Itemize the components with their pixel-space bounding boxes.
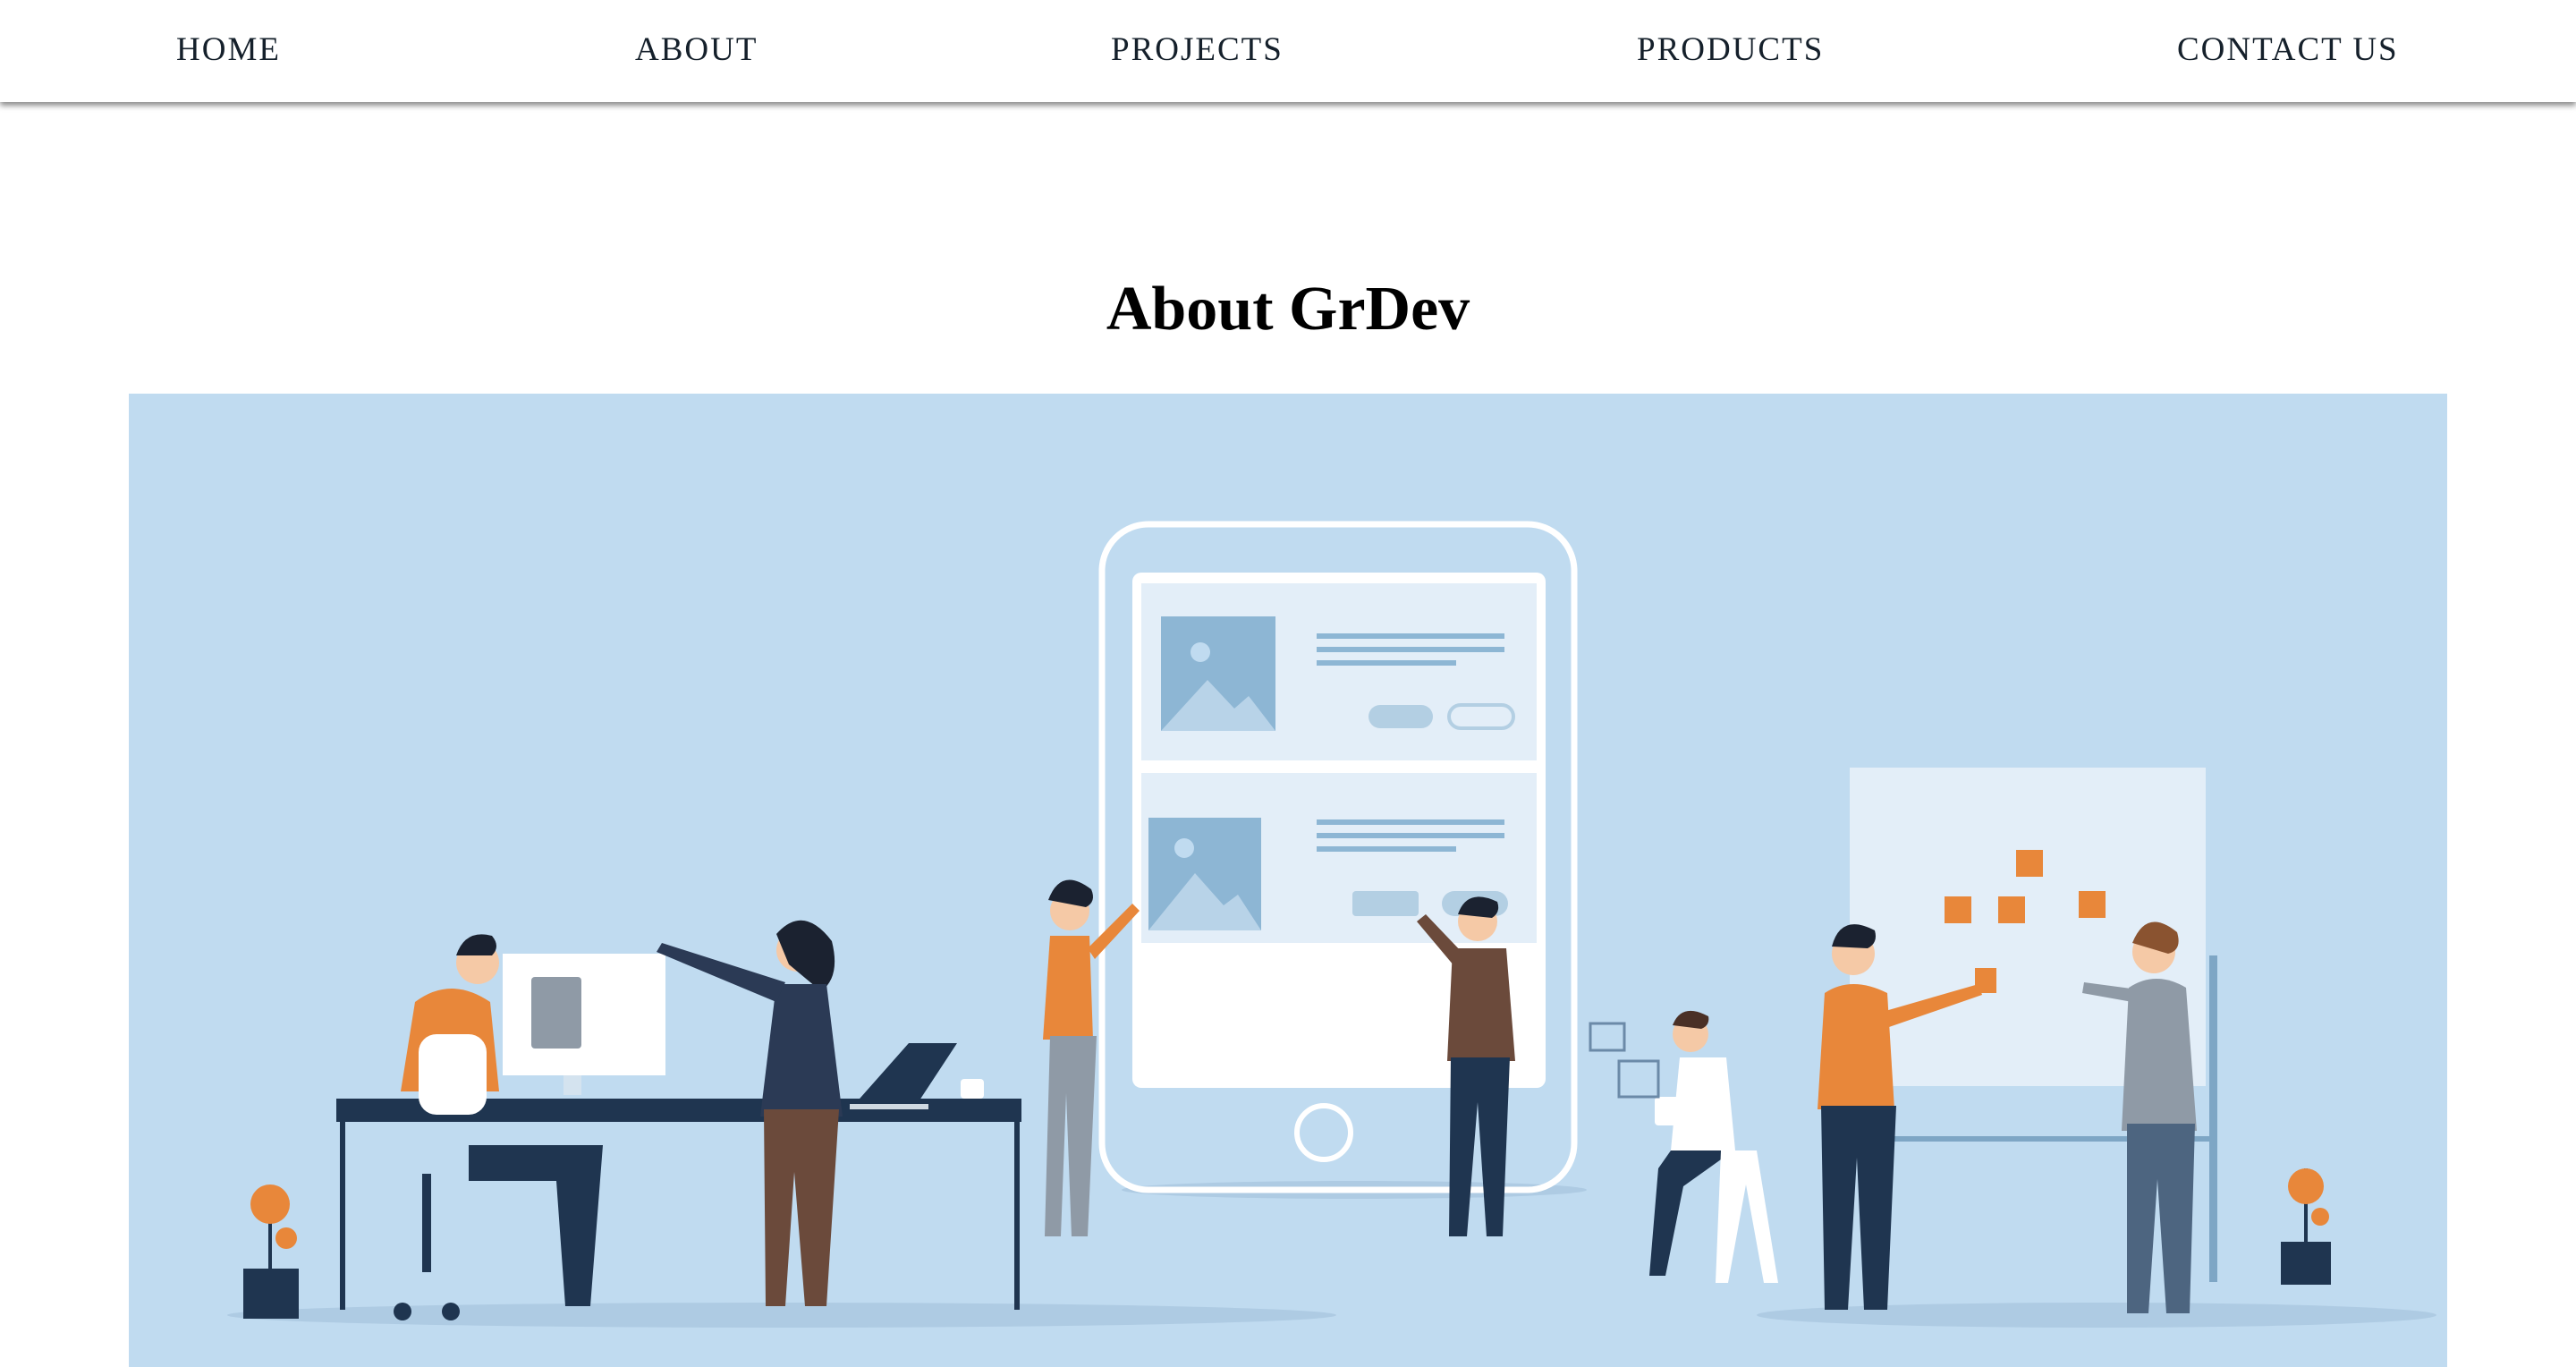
- plant-right-graphic: [2281, 1168, 2331, 1285]
- top-navbar: HOME ABOUT PROJECTS PRODUCTS CONTACT US: [0, 0, 2576, 102]
- nav-link-about[interactable]: ABOUT: [635, 0, 758, 100]
- page-title: About GrDev: [1106, 275, 1470, 344]
- nav-link-home[interactable]: HOME: [176, 0, 281, 100]
- hero-illustration: [129, 394, 2447, 1367]
- nav-link-products[interactable]: PRODUCTS: [1637, 0, 1824, 100]
- nav-link-contact-us[interactable]: CONTACT US: [2177, 0, 2399, 100]
- nav-link-projects[interactable]: PROJECTS: [1111, 0, 1284, 100]
- floor-shadow-right: [1757, 1303, 2436, 1328]
- floor-shadow-left: [227, 1303, 1336, 1328]
- plant-left-graphic: [243, 1184, 299, 1319]
- man-with-laptop-graphic: [1589, 1010, 1778, 1283]
